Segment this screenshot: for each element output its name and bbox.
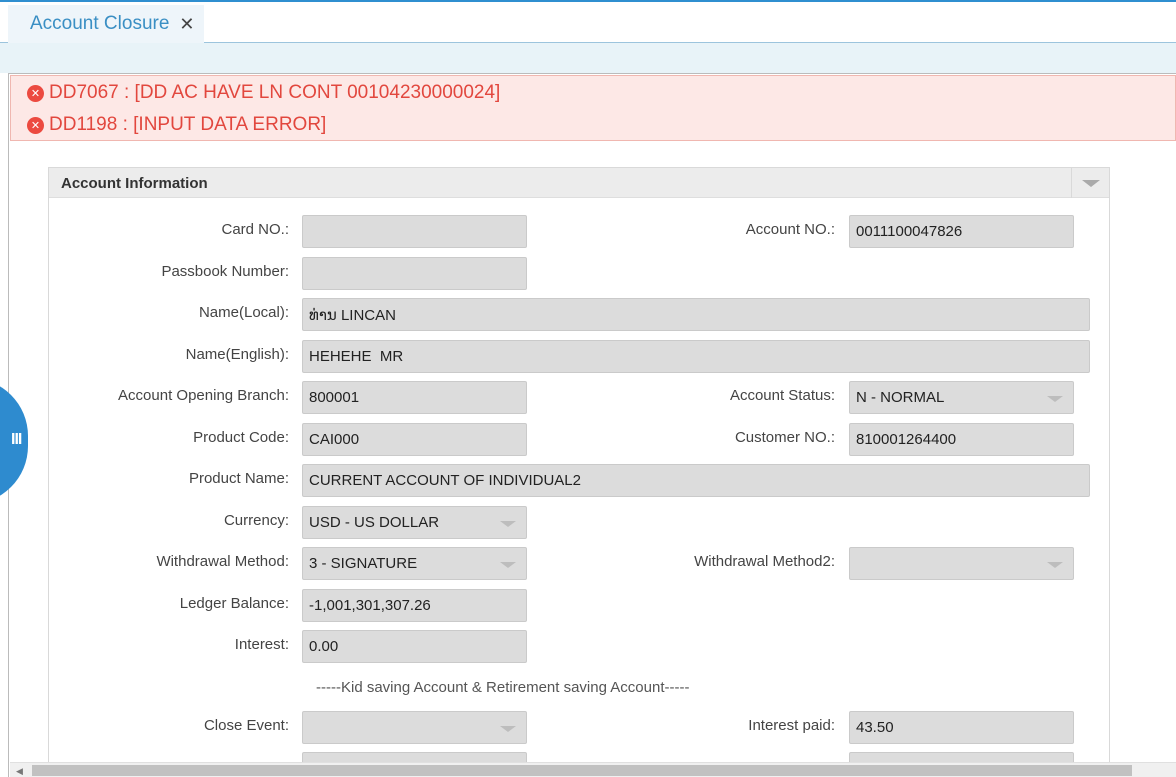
passbook-number-field[interactable] (302, 257, 527, 290)
chevron-down-icon (1047, 562, 1063, 568)
chevron-down-icon (500, 726, 516, 732)
chevron-down-icon (500, 562, 516, 568)
card-no-field[interactable] (302, 215, 527, 248)
interest-paid-field[interactable]: 43.50 (849, 711, 1074, 744)
section-divider: -----Kid saving Account & Retirement sav… (316, 679, 690, 696)
error-text: DD1198 : [INPUT DATA ERROR] (49, 114, 327, 135)
product-name-label: Product Name: (188, 470, 289, 487)
customer-no-label: Customer NO.: (734, 429, 835, 446)
error-icon: ✕ (27, 84, 44, 102)
scrollbar-thumb[interactable] (32, 765, 1132, 776)
card-no-label: Card NO.: (221, 221, 289, 238)
interest-field[interactable]: 0.00 (302, 630, 527, 663)
panel-header: Account Information (49, 168, 1109, 198)
scroll-left-icon[interactable]: ◀ (16, 766, 23, 777)
opening-branch-label: Account Opening Branch: (118, 387, 289, 404)
tab-bar: Account Closure ✕ (0, 2, 1176, 43)
toolbar-strip (0, 43, 1176, 73)
name-local-label: Name(Local): (198, 304, 289, 321)
ledger-balance-field[interactable]: -1,001,301,307.26 (302, 589, 527, 622)
currency-select[interactable]: USD - US DOLLAR (302, 506, 527, 539)
opening-branch-field[interactable]: 800001 (302, 381, 527, 414)
chevron-down-icon (1082, 180, 1100, 187)
chevron-down-icon (1047, 396, 1063, 402)
grip-icon: III (11, 431, 22, 448)
withdrawal-method-label: Withdrawal Method: (156, 553, 289, 570)
withdrawal-method-select[interactable]: 3 - SIGNATURE (302, 547, 527, 580)
error-row: ✕ DD1198 : [INPUT DATA ERROR] (27, 113, 326, 137)
error-row: ✕ DD7067 : [DD AC HAVE LN CONT 001042300… (27, 81, 500, 105)
account-status-label: Account Status: (729, 387, 835, 404)
name-english-field[interactable]: HEHEHE MR (302, 340, 1090, 373)
panel-title: Account Information (61, 175, 208, 192)
ledger-balance-label: Ledger Balance: (179, 595, 289, 612)
passbook-number-label: Passbook Number: (161, 263, 289, 280)
currency-label: Currency: (223, 512, 289, 529)
close-event-label: Close Event: (203, 717, 289, 734)
horizontal-scrollbar[interactable]: ◀ (10, 762, 1176, 777)
error-icon: ✕ (27, 116, 44, 134)
withdrawal-method2-select[interactable] (849, 547, 1074, 580)
name-local-field[interactable]: ທ່ານ LINCAN (302, 298, 1090, 331)
customer-no-field[interactable]: 810001264400 (849, 423, 1074, 456)
account-no-label: Account NO.: (745, 221, 835, 238)
product-name-field[interactable]: CURRENT ACCOUNT OF INDIVIDUAL2 (302, 464, 1090, 497)
collapse-toggle[interactable] (1071, 168, 1109, 198)
close-icon[interactable]: ✕ (179, 15, 194, 33)
tab-account-closure[interactable]: Account Closure ✕ (8, 5, 204, 43)
product-code-field[interactable]: CAI000 (302, 423, 527, 456)
error-messages: ✕ DD7067 : [DD AC HAVE LN CONT 001042300… (10, 75, 1176, 141)
error-text: DD7067 : [DD AC HAVE LN CONT 00104230000… (49, 82, 501, 103)
chevron-down-icon (500, 521, 516, 527)
interest-paid-label: Interest paid: (748, 717, 835, 734)
name-english-label: Name(English): (185, 346, 289, 363)
interest-label: Interest: (234, 636, 289, 653)
tab-label: Account Closure (30, 13, 170, 34)
account-no-field[interactable]: 0011100047826 (849, 215, 1074, 248)
close-event-select[interactable] (302, 711, 527, 744)
product-code-label: Product Code: (193, 429, 289, 446)
account-status-select[interactable]: N - NORMAL (849, 381, 1074, 414)
withdrawal-method2-label: Withdrawal Method2: (694, 553, 835, 570)
